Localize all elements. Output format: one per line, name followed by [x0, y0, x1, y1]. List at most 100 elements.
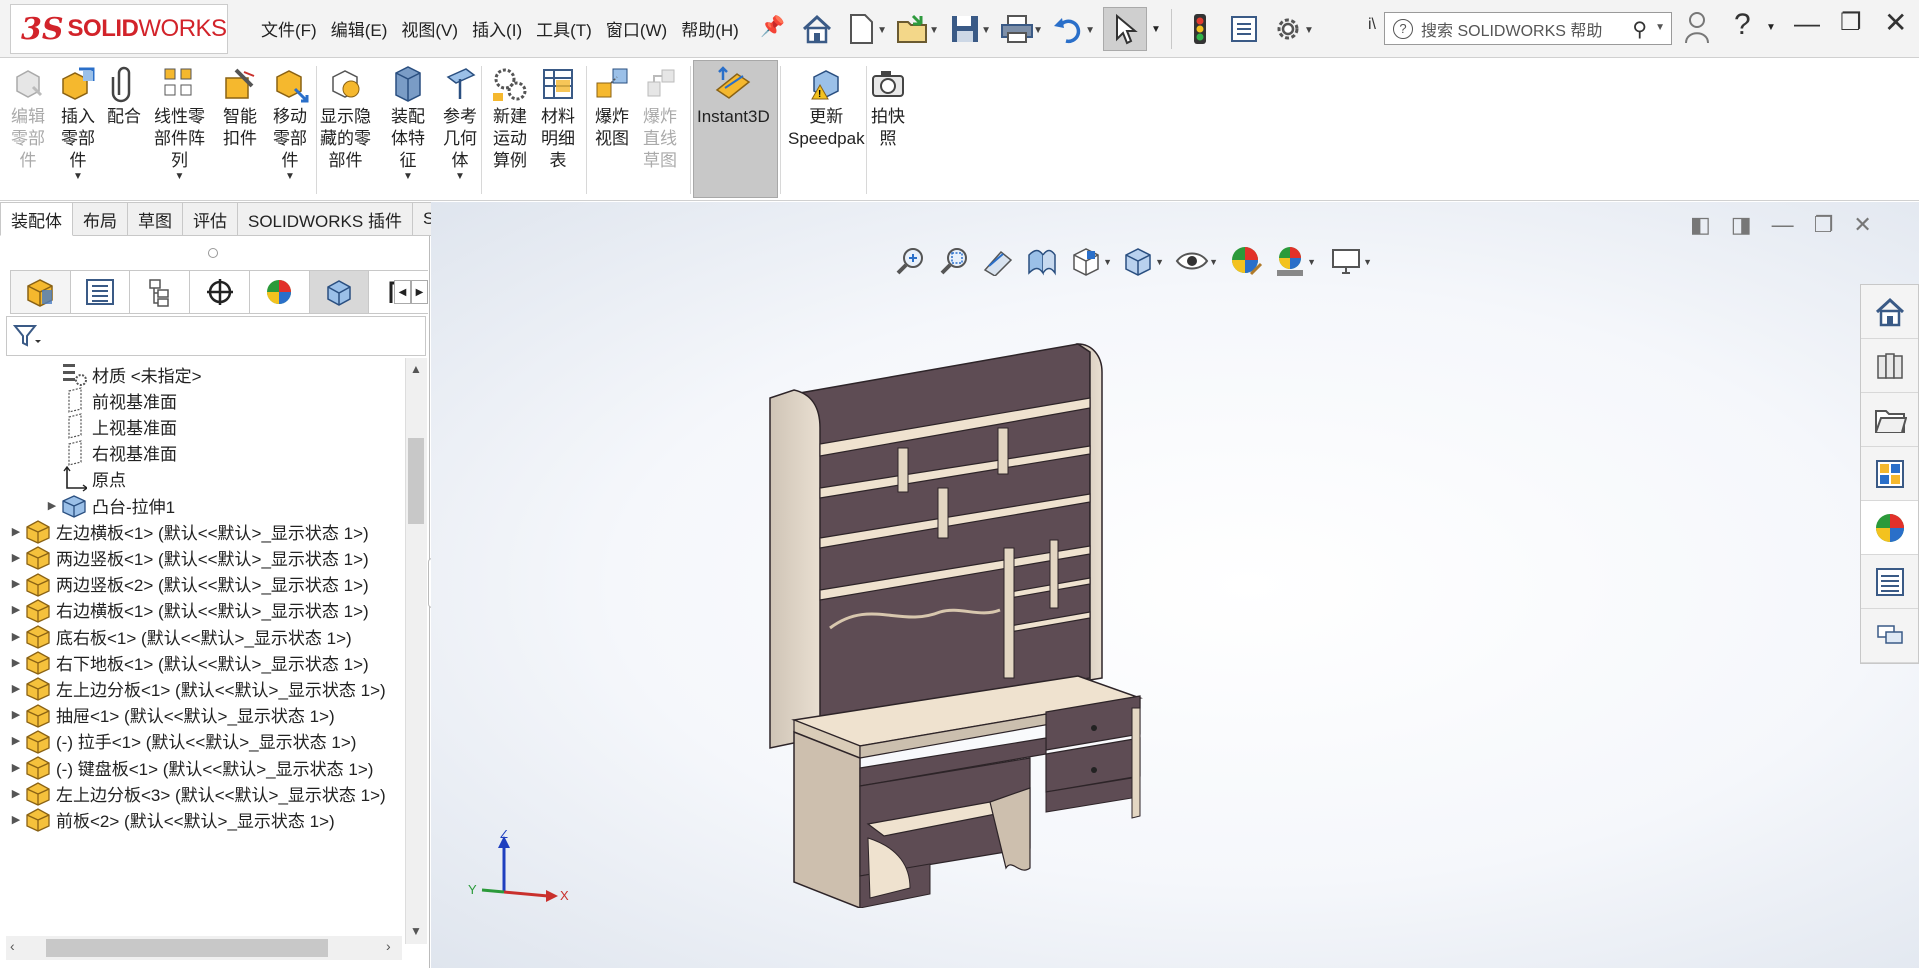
- hide-show-items-icon[interactable]: ▼: [1172, 241, 1218, 281]
- command-tab[interactable]: SOLIDWORKS 插件: [238, 202, 413, 236]
- ribbon-button[interactable]: Instant3D: [697, 64, 770, 128]
- expand-arrow-icon[interactable]: ▶: [8, 682, 24, 695]
- display-manager-tab-icon[interactable]: [248, 270, 309, 314]
- chevron-down-icon[interactable]: ▼: [1307, 257, 1316, 267]
- scroll-up-icon[interactable]: ▲: [410, 362, 422, 376]
- chevron-down-icon[interactable]: ▼: [1085, 25, 1095, 36]
- display-style-icon[interactable]: ▼: [1118, 241, 1164, 281]
- expand-arrow-icon[interactable]: ▶: [8, 551, 24, 564]
- tree-vertical-scrollbar[interactable]: ▲ ▼: [405, 358, 427, 944]
- file-properties-icon[interactable]: [1222, 7, 1266, 51]
- expand-arrow-icon[interactable]: ▶: [8, 787, 24, 800]
- search-icon[interactable]: ⚲: [1632, 17, 1647, 42]
- chevron-down-icon[interactable]: ▼: [981, 25, 991, 36]
- design-library-icon[interactable]: [1861, 339, 1918, 393]
- help-icon[interactable]: ?: [1734, 8, 1751, 42]
- expand-arrow-icon[interactable]: ▶: [8, 708, 24, 721]
- apply-scene-icon[interactable]: ▼: [1270, 241, 1316, 281]
- feature-manager-tab-icon[interactable]: [10, 270, 70, 314]
- zoom-to-fit-icon[interactable]: [890, 241, 930, 281]
- expand-arrow-icon[interactable]: ▶: [44, 499, 60, 512]
- scroll-right-icon[interactable]: ›: [386, 938, 391, 954]
- ribbon-button[interactable]: 新建 运动 算例: [490, 64, 530, 172]
- previous-view-icon[interactable]: [978, 241, 1018, 281]
- scroll-left-icon[interactable]: ◀: [394, 280, 411, 304]
- chevron-down-icon[interactable]: ▼: [1363, 257, 1372, 267]
- viewport-restore-icon[interactable]: ❐: [1814, 212, 1834, 238]
- chevron-down-icon[interactable]: ▼: [1209, 257, 1218, 267]
- expand-arrow-icon[interactable]: ▶: [8, 630, 24, 643]
- rebuild-traffic-light-icon[interactable]: [1178, 7, 1222, 51]
- appearances-scenes-icon[interactable]: [1861, 501, 1918, 555]
- chevron-down-icon[interactable]: ▼: [929, 25, 939, 36]
- chevron-down-icon[interactable]: ▼: [175, 172, 185, 182]
- view-orientation-icon[interactable]: ▼: [1066, 241, 1112, 281]
- command-tab[interactable]: 评估: [183, 202, 238, 236]
- menu-item[interactable]: 文件(F): [254, 16, 324, 41]
- solidworks-resources-home-icon[interactable]: [1861, 285, 1918, 339]
- chevron-down-icon[interactable]: ▼: [1155, 257, 1164, 267]
- solidworks-logo[interactable]: 3S SOLID WORKS: [10, 4, 228, 54]
- menu-item[interactable]: 编辑(E): [324, 16, 395, 41]
- chevron-down-icon[interactable]: ▼: [1766, 22, 1776, 33]
- expand-arrow-icon[interactable]: ▶: [8, 813, 24, 826]
- expand-arrow-icon[interactable]: ▶: [8, 525, 24, 538]
- configuration-manager-tab-icon[interactable]: [129, 270, 190, 314]
- open-folder-icon[interactable]: ▼: [891, 7, 939, 51]
- filter-funnel-icon[interactable]: [13, 323, 41, 349]
- new-document-icon[interactable]: ▼: [839, 7, 887, 51]
- command-tab[interactable]: 草图: [128, 202, 183, 236]
- ribbon-button[interactable]: 插入 零部 件 ▼: [58, 64, 98, 182]
- search-help-input[interactable]: ? 搜索 SOLIDWORKS 帮助 ⚲ ▼: [1384, 12, 1672, 45]
- user-account-icon[interactable]: [1684, 10, 1710, 52]
- viewport-collapse-left-icon[interactable]: ◧: [1690, 212, 1711, 238]
- expand-arrow-icon[interactable]: ▶: [8, 656, 24, 669]
- ribbon-button[interactable]: 智能 扣件: [220, 64, 260, 150]
- window-minimize-icon[interactable]: —: [1794, 8, 1820, 39]
- expand-arrow-icon[interactable]: ▶: [8, 603, 24, 616]
- viewport-minimize-icon[interactable]: —: [1772, 212, 1794, 238]
- solidworks-forum-icon[interactable]: [1861, 609, 1918, 663]
- scroll-thumb[interactable]: [46, 939, 328, 957]
- print-icon[interactable]: ▼: [995, 7, 1043, 51]
- menu-item[interactable]: 工具(T): [529, 16, 599, 41]
- ribbon-button[interactable]: 编辑 零部 件: [8, 64, 48, 172]
- chevron-down-icon[interactable]: ▼: [285, 172, 295, 182]
- ribbon-button[interactable]: 爆炸 视图: [592, 64, 632, 150]
- command-tab[interactable]: 布局: [73, 202, 128, 236]
- viewport-close-icon[interactable]: ✕: [1853, 212, 1871, 238]
- zoom-to-area-icon[interactable]: [934, 241, 974, 281]
- section-view-icon[interactable]: [1022, 241, 1062, 281]
- custom-properties-icon[interactable]: [1861, 555, 1918, 609]
- scroll-right-icon[interactable]: ▶: [411, 280, 428, 304]
- expand-arrow-icon[interactable]: ▶: [8, 734, 24, 747]
- desk-hutch-3d-model[interactable]: [760, 328, 1210, 908]
- chevron-down-icon[interactable]: ▼: [1304, 25, 1314, 36]
- scroll-down-icon[interactable]: ▼: [410, 924, 422, 938]
- ribbon-button[interactable]: 移动 零部 件 ▼: [270, 64, 310, 182]
- ribbon-button[interactable]: 装配 体特 征 ▼: [388, 64, 428, 182]
- feature-tree-filter[interactable]: [6, 316, 426, 356]
- select-arrow-icon[interactable]: [1103, 7, 1147, 51]
- view-palette-icon[interactable]: [1861, 447, 1918, 501]
- chevron-down-icon[interactable]: ▼: [403, 172, 413, 182]
- chevron-down-icon[interactable]: ▼: [877, 25, 887, 36]
- ribbon-button[interactable]: 线性零 部件阵 列 ▼: [154, 64, 205, 182]
- chevron-down-icon[interactable]: ▼: [73, 172, 83, 182]
- tree-item[interactable]: ▶ 前板<2> (默认<<默认>_显示状态 1>): [8, 803, 335, 835]
- dimxpert-manager-tab-icon[interactable]: [189, 270, 249, 314]
- menu-item[interactable]: 窗口(W): [599, 16, 674, 41]
- save-icon[interactable]: ▼: [943, 7, 991, 51]
- chevron-down-icon[interactable]: ▼: [1655, 22, 1665, 33]
- options-gear-icon[interactable]: ▼: [1266, 7, 1314, 51]
- panel-grip-handle[interactable]: [208, 248, 218, 258]
- chevron-down-icon[interactable]: ▼: [1151, 24, 1161, 35]
- cam-feature-tree-tab-icon[interactable]: [308, 270, 369, 314]
- ribbon-button[interactable]: 材料 明细 表: [538, 64, 578, 172]
- command-tab[interactable]: 装配体: [0, 202, 73, 236]
- chevron-down-icon[interactable]: ▼: [1103, 257, 1112, 267]
- viewport-collapse-right-icon[interactable]: ◨: [1731, 212, 1752, 238]
- menu-item[interactable]: 帮助(H): [674, 16, 746, 41]
- edit-appearance-icon[interactable]: [1226, 241, 1266, 281]
- chevron-down-icon[interactable]: ▼: [1033, 25, 1043, 36]
